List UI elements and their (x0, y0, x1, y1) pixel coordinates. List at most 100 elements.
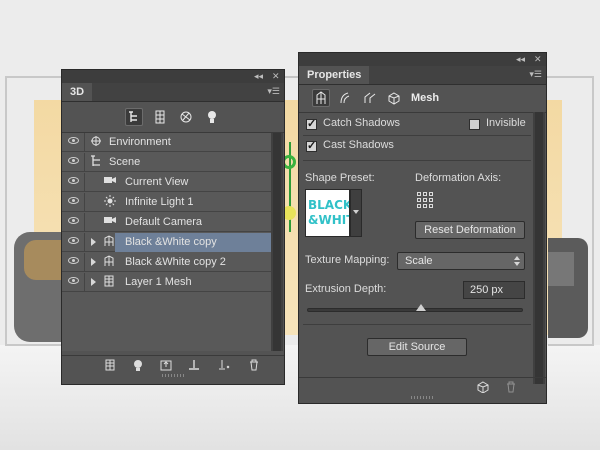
visibility-eye-icon[interactable] (68, 137, 79, 144)
camera-icon (103, 175, 117, 189)
layer-row-infinite-light[interactable]: Infinite Light 1 (62, 193, 271, 212)
visibility-eye-icon[interactable] (68, 177, 79, 184)
layer-mesh-icon (102, 275, 116, 289)
panel-3d-filter-toolbar (62, 102, 284, 133)
light-filter-icon[interactable] (203, 108, 221, 126)
catch-shadows-checkbox[interactable]: ✓ (306, 119, 317, 130)
panel-3d: ◂◂ ✕ 3D ▾☰ Environment Scene Current Vie… (61, 69, 285, 385)
extrusion-depth-label: Extrusion Depth: (305, 283, 387, 295)
layer-row-default-camera[interactable]: Default Camera (62, 213, 271, 232)
invisible-checkbox[interactable] (469, 119, 480, 130)
panel-menu-icon[interactable]: ▾☰ (267, 86, 280, 97)
tab-properties[interactable]: Properties (299, 66, 370, 84)
tab-3d[interactable]: 3D (62, 83, 93, 101)
layer-label: Infinite Light 1 (125, 196, 194, 208)
panel-menu-icon[interactable]: ▾☰ (529, 69, 542, 80)
new-object-icon[interactable] (475, 381, 491, 397)
layer-row-environment[interactable]: Environment (62, 133, 271, 152)
resize-grip[interactable] (411, 396, 433, 399)
delete-icon[interactable] (503, 381, 519, 397)
shape-preset-label: Shape Preset: (305, 172, 375, 184)
new-object-icon[interactable] (158, 359, 174, 375)
deform-mode-icon[interactable] (337, 89, 355, 107)
layer-label: Current View (125, 176, 189, 188)
catch-shadows-label: Catch Shadows (323, 117, 401, 129)
layer-label: Default Camera (125, 216, 203, 228)
properties-scrollbar[interactable] (533, 112, 545, 384)
close-icon[interactable]: ✕ (272, 70, 280, 83)
invisible-label: Invisible (486, 117, 526, 129)
visibility-eye-icon[interactable] (68, 157, 79, 164)
mesh-filter-icon[interactable] (151, 108, 169, 126)
mesh-mode-icon[interactable] (312, 89, 330, 107)
close-icon[interactable]: ✕ (534, 53, 542, 66)
panel-3d-tabbar: 3D ▾☰ (62, 83, 284, 102)
layer-row-scene[interactable]: Scene (62, 153, 271, 172)
expand-arrow-icon[interactable] (91, 278, 96, 286)
layer-label: Black &White copy 2 (125, 256, 226, 268)
layer-row-layer-1-mesh[interactable]: Layer 1 Mesh (62, 273, 271, 292)
layer-label: Scene (109, 156, 141, 168)
extrusion-depth-slider[interactable] (307, 308, 523, 312)
chevron-up-icon (514, 256, 520, 260)
layer-label: Black &White copy (125, 236, 217, 248)
shape-preset-thumbnail[interactable]: BLACK &WHITE (305, 189, 350, 237)
deformation-axis-grid[interactable] (417, 192, 434, 209)
visibility-eye-icon[interactable] (68, 197, 79, 204)
resize-grip[interactable] (162, 374, 184, 377)
texture-mapping-select[interactable]: Scale (397, 252, 525, 270)
add-light-icon[interactable] (130, 359, 146, 375)
preset-text-line2: &WHITE (308, 213, 349, 227)
coordinates-mode-icon[interactable] (385, 89, 403, 107)
layer-label: Layer 1 Mesh (125, 276, 192, 288)
extrusion-depth-input[interactable]: 250 px (463, 281, 525, 299)
visibility-eye-icon[interactable] (68, 237, 79, 244)
mesh-icon (102, 255, 116, 269)
mesh-icon (102, 235, 116, 249)
extrusion-depth-slider-thumb[interactable] (416, 304, 426, 311)
delete-icon[interactable] (246, 359, 262, 375)
camera-icon (103, 215, 117, 229)
panel-3d-bottom-toolbar (62, 355, 284, 378)
shape-preset-dropdown[interactable] (350, 189, 362, 237)
layer-list-scrollbar[interactable] (271, 133, 283, 351)
chevron-down-icon (514, 262, 520, 266)
reset-deformation-button[interactable]: Reset Deformation (415, 221, 525, 239)
cap-mode-icon[interactable] (361, 89, 379, 107)
panel-properties-tabbar: Properties ▾☰ (299, 66, 546, 85)
texture-mapping-value: Scale (405, 255, 433, 267)
scene-icon (89, 155, 103, 169)
extruded-text-face-right (548, 252, 574, 286)
properties-mode-toolbar: Mesh (299, 85, 546, 113)
expand-arrow-icon[interactable] (91, 238, 96, 246)
preset-text-line1: BLACK (308, 198, 350, 212)
extruded-text-face-left (24, 240, 62, 280)
layer-row-black-white-copy-2[interactable]: Black &White copy 2 (62, 253, 271, 272)
panel-properties: ◂◂ ✕ Properties ▾☰ Mesh ✓ Catch Shadows … (298, 52, 547, 404)
render-icon[interactable] (102, 359, 118, 375)
drop-to-plane-icon[interactable] (186, 359, 202, 375)
mesh-properties: ✓ Catch Shadows Invisible ✓ Cast Shadows… (299, 112, 546, 384)
collapse-panel-icon[interactable]: ◂◂ (516, 53, 525, 66)
visibility-eye-icon[interactable] (68, 277, 79, 284)
panel-3d-titlebar[interactable]: ◂◂ ✕ (62, 70, 284, 83)
expand-arrow-icon[interactable] (91, 258, 96, 266)
light-icon (103, 195, 117, 209)
layer-label: Environment (109, 136, 171, 148)
texture-mapping-label: Texture Mapping: (305, 254, 390, 266)
panel-properties-titlebar[interactable]: ◂◂ ✕ (299, 53, 546, 66)
edit-source-button[interactable]: Edit Source (367, 338, 467, 356)
layer-row-current-view[interactable]: Current View (62, 173, 271, 192)
visibility-eye-icon[interactable] (68, 257, 79, 264)
scene-filter-icon[interactable] (125, 108, 143, 126)
layer-row-black-white-copy[interactable]: Black &White copy (62, 233, 271, 252)
layer-list: Environment Scene Current View Infinite … (62, 133, 271, 351)
cast-shadows-checkbox[interactable]: ✓ (306, 141, 317, 152)
visibility-eye-icon[interactable] (68, 217, 79, 224)
filter-options-icon[interactable] (216, 359, 232, 375)
material-filter-icon[interactable] (177, 108, 195, 126)
deformation-axis-label: Deformation Axis: (415, 172, 502, 184)
cast-shadows-label: Cast Shadows (323, 139, 394, 151)
collapse-panel-icon[interactable]: ◂◂ (254, 70, 263, 83)
properties-mode-label: Mesh (411, 92, 440, 104)
